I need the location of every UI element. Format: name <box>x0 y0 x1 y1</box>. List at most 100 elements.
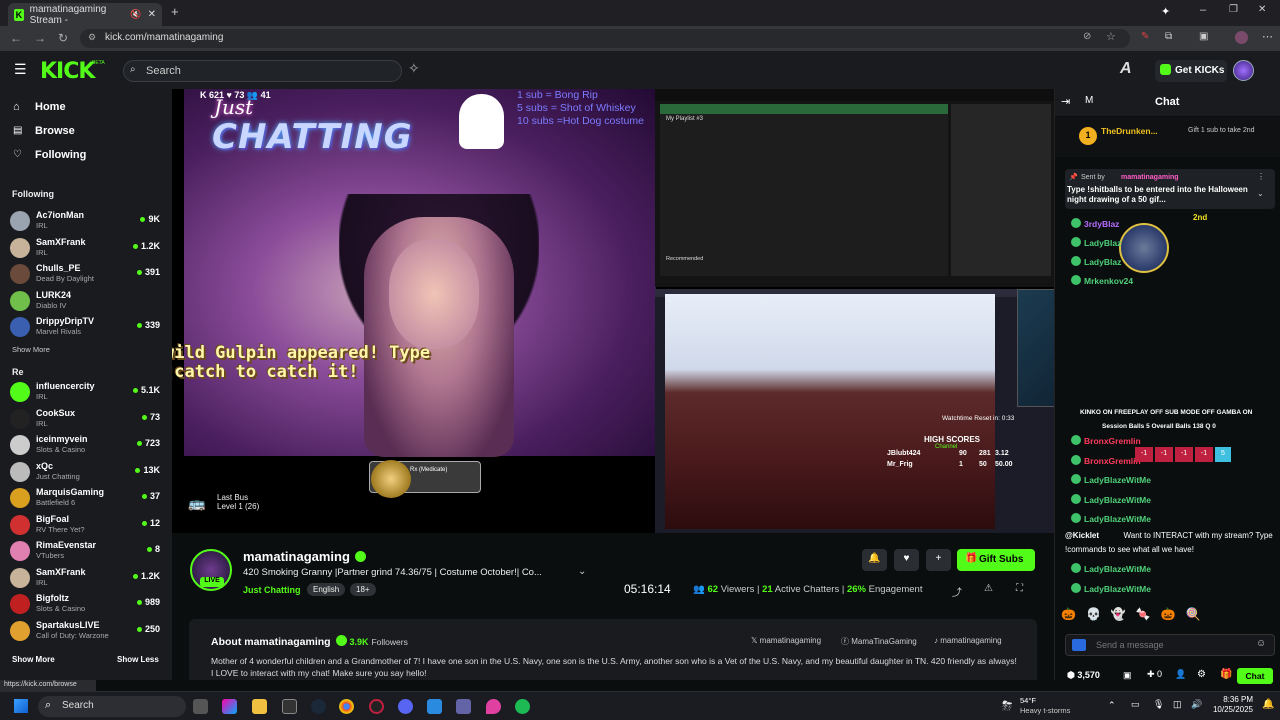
show-less-button[interactable]: Show Less <box>117 655 159 664</box>
user-avatar[interactable] <box>1233 60 1254 81</box>
share-icon[interactable]: ⤴ <box>952 584 962 599</box>
chat-input[interactable]: Send a message ☺ <box>1065 634 1275 656</box>
more-options-icon[interactable]: ⋮ <box>1257 172 1265 181</box>
kick-logo[interactable]: KICK <box>40 59 95 84</box>
chat-username[interactable]: LadyBlazeWitMe <box>1084 584 1151 594</box>
nav-browse[interactable]: Browse <box>35 125 75 137</box>
chat-username[interactable]: LadyBlazeWitMe <box>1084 514 1151 524</box>
taskbar-clock[interactable]: 8:36 PM 10/25/2025 <box>1208 695 1253 715</box>
sidebar-channel[interactable]: SpartakusLIVE Call of Duty: Warzone 250 <box>10 619 162 644</box>
sidebar-channel[interactable]: RimaEvenstar VTubers 8 <box>10 539 162 564</box>
notifications-bell-icon[interactable]: 🔔 <box>1262 699 1274 710</box>
tray-chevron-icon[interactable]: ⌃ <box>1108 700 1116 711</box>
tag-language[interactable]: English <box>307 583 346 596</box>
expand-chevron-icon[interactable]: ⌄ <box>1257 189 1264 198</box>
network-icon[interactable]: ◫ <box>1173 699 1182 710</box>
reload-icon[interactable]: ↻ <box>58 31 68 45</box>
tag-mature[interactable]: 18+ <box>350 583 376 596</box>
sidebar-channel[interactable]: influencercity IRL 5.1K <box>10 380 162 405</box>
chrome-icon[interactable] <box>339 699 354 714</box>
gift-subs-button[interactable]: 🎁 Gift Subs <box>957 549 1035 571</box>
show-more-following[interactable]: Show More <box>12 345 50 354</box>
chat-users-icon[interactable]: 👤 <box>1175 669 1186 680</box>
video-player[interactable]: K 621 ♥ 73 👥 41 Just CHATTING 1 sub = Bo… <box>172 89 1054 533</box>
chat-username[interactable]: BronxGremlin <box>1084 436 1141 446</box>
sparkle-icon[interactable]: ✧ <box>408 60 420 77</box>
nav-following[interactable]: Following <box>35 149 86 161</box>
report-icon[interactable]: ⚠ <box>984 583 993 594</box>
extension-icon[interactable]: ✎ <box>1141 31 1149 42</box>
windows-start-icon[interactable] <box>14 699 28 713</box>
minimize-icon[interactable]: – <box>1200 4 1206 16</box>
copilot-app-icon[interactable] <box>222 699 237 714</box>
chevron-down-icon[interactable]: ⌄ <box>578 566 586 577</box>
gift-box-icon[interactable]: ▣ <box>1123 670 1132 681</box>
sidebar-channel[interactable]: Chulls_PE Dead By Daylight 391 <box>10 262 162 287</box>
sidebar-channel[interactable]: BigFoal RV There Yet? 12 <box>10 513 162 538</box>
taskbar-search[interactable]: ⌕ Search <box>38 696 186 717</box>
x-link[interactable]: 𝕏 mamatinagaming <box>751 636 821 645</box>
close-window-icon[interactable]: ✕ <box>1258 4 1266 15</box>
weather-widget[interactable]: 54°F Heavy t-storms <box>1020 696 1070 716</box>
facebook-link[interactable]: ⓕ MamaTinaGaming <box>841 636 917 647</box>
chat-username[interactable]: BronxGremlin <box>1084 456 1141 466</box>
discord-icon[interactable] <box>398 699 413 714</box>
profile-avatar[interactable] <box>1235 31 1248 44</box>
chat-username[interactable]: LadyBlazeWitMe <box>1084 475 1151 485</box>
show-more-button[interactable]: Show More <box>12 655 55 664</box>
tray-app-icon[interactable]: ▭ <box>1131 699 1140 710</box>
emote-picker-icon[interactable]: ☺ <box>1256 638 1266 649</box>
chat-username[interactable]: LadyBlazeWitMe <box>1084 495 1151 505</box>
extensions-icon[interactable]: ⧉ <box>1165 31 1172 42</box>
teams-icon[interactable] <box>456 699 471 714</box>
sidebar-channel[interactable]: MarquisGaming Battlefield 6 37 <box>10 486 162 511</box>
mute-tab-icon[interactable]: 🔇 <box>130 9 141 20</box>
search-input[interactable]: ⌕ Search <box>123 60 402 82</box>
chat-username[interactable]: LadyBlaz <box>1084 238 1121 248</box>
sidebar-channel[interactable]: Bigfoltz Slots & Casino 989 <box>10 592 162 617</box>
sidebar-channel[interactable]: xQc Just Chatting 13K <box>10 460 162 485</box>
tiktok-link[interactable]: ♪ mamatinagaming <box>934 636 1002 645</box>
sidebar-channel[interactable]: Ac7ionMan IRL 9K <box>10 209 162 234</box>
streamer-name[interactable]: mamatinagaming <box>243 549 366 564</box>
close-tab-icon[interactable]: ✕ <box>148 9 156 20</box>
chat-username[interactable]: Mrkenkov24 <box>1084 276 1133 286</box>
sidebar-channel[interactable]: CookSux IRL 73 <box>10 407 162 432</box>
chat-username[interactable]: LadyBlazeWitMe <box>1084 564 1151 574</box>
gift-prompt[interactable]: Gift 1 sub to take 2nd <box>1188 127 1263 134</box>
chat-send-button[interactable]: Chat <box>1237 668 1273 684</box>
volume-icon[interactable]: 🔊 <box>1191 699 1202 710</box>
sidebar-channel[interactable]: SamXFrank IRL 1.2K <box>10 236 162 261</box>
eye-off-icon[interactable]: ⊘ <box>1083 31 1091 42</box>
forward-icon[interactable]: → <box>34 31 46 45</box>
sidebar-channel[interactable]: LURK24 Diablo IV <box>10 289 162 314</box>
top-gifter[interactable]: TheDrunken... <box>1101 126 1158 136</box>
chat-identity-icon[interactable] <box>1072 639 1086 651</box>
back-icon[interactable]: ← <box>10 31 22 45</box>
site-info-icon[interactable]: ⚙ <box>88 32 96 43</box>
get-kicks-button[interactable]: Get KICKs <box>1155 60 1227 82</box>
chat-username[interactable]: 3rdyBlaz <box>1084 219 1119 229</box>
kick-ai-icon[interactable]: A <box>1120 60 1132 78</box>
maps-pin-icon[interactable] <box>486 699 501 714</box>
sidebar-channel[interactable]: SamXFrank IRL 1.2K <box>10 566 162 591</box>
task-view-icon[interactable] <box>193 699 208 714</box>
chat-username[interactable]: LadyBlaz <box>1084 257 1121 267</box>
obs-icon[interactable] <box>369 699 384 714</box>
stream-category[interactable]: Just Chatting <box>243 585 301 595</box>
steam-icon[interactable] <box>311 699 326 714</box>
chat-settings-icon[interactable]: ⚙ <box>1197 669 1206 680</box>
maximize-icon[interactable]: ❐ <box>1229 4 1238 15</box>
notification-bell-button[interactable]: 🔔 <box>862 549 887 571</box>
add-button[interactable]: + <box>926 549 951 571</box>
epic-games-icon[interactable] <box>282 699 297 714</box>
microphone-icon[interactable]: 🎙 <box>1153 699 1164 710</box>
file-explorer-icon[interactable] <box>252 699 267 714</box>
channel-points[interactable]: ⬢ 3,570 <box>1067 670 1100 681</box>
new-tab-button[interactable]: + <box>171 4 179 19</box>
sidebar-channel[interactable]: DrippyDripTV Marvel Rivals 339 <box>10 315 162 340</box>
follow-button[interactable]: ♥ <box>894 549 919 571</box>
url-field[interactable]: ⚙ kick.com/mamatinagaming ⊘ ☆ <box>80 29 1130 48</box>
sidebar-channel[interactable]: iceinmyvein Slots & Casino 723 <box>10 433 162 458</box>
kicklet-user[interactable]: @Kicklet <box>1065 531 1099 540</box>
